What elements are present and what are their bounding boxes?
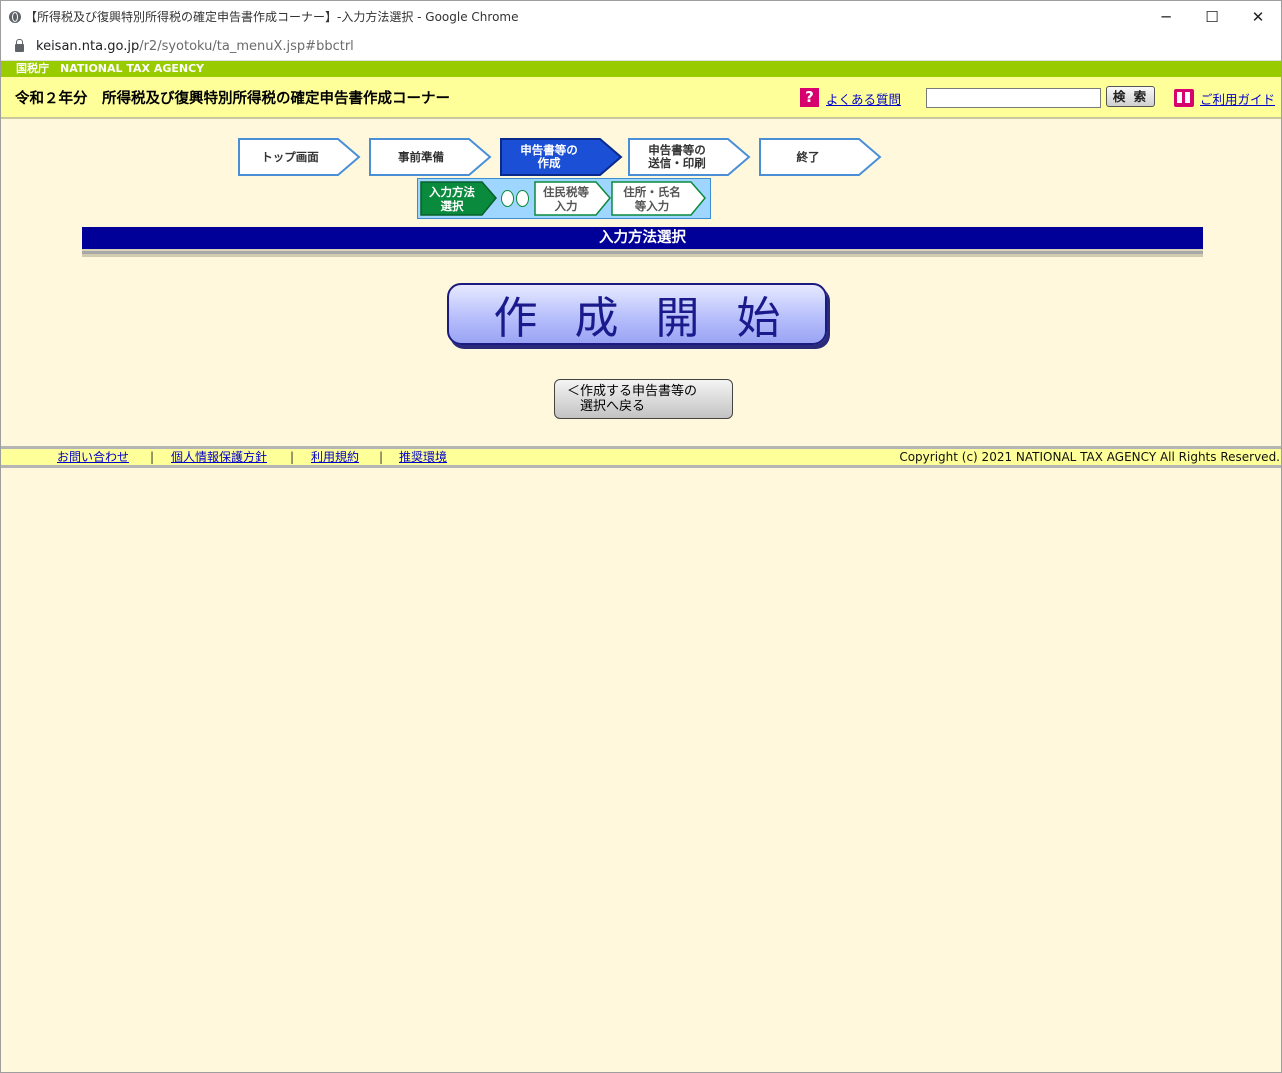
page-title: 令和２年分 所得税及び復興特別所得税の確定申告書作成コーナー (15, 91, 450, 107)
start-char: 作 (493, 293, 538, 344)
step-top: トップ画面 (238, 138, 362, 176)
globe-icon (9, 10, 21, 23)
search-button[interactable]: 検 索 (1106, 86, 1155, 107)
footer-separator: | (150, 450, 155, 464)
substep-label: 住民税等 入力 (543, 184, 589, 213)
lock-icon (15, 39, 24, 52)
footer-separator: | (290, 450, 295, 464)
site-header: 令和２年分 所得税及び復興特別所得税の確定申告書作成コーナー ? よくある質問 … (1, 77, 1281, 119)
step-preparation: 事前準備 (369, 138, 493, 176)
faq-link[interactable]: よくある質問 (826, 89, 901, 108)
step-label: 事前準備 (398, 149, 444, 164)
minimize-button[interactable]: ─ (1143, 1, 1189, 32)
back-to-selection-button[interactable]: ＜作成する申告書等の 選択へ戻る (554, 379, 733, 419)
substep-resident-tax: 住民税等 入力 (534, 181, 612, 216)
maximize-button[interactable]: ☐ (1189, 1, 1235, 32)
copyright-text: Copyright (c) 2021 NATIONAL TAX AGENCY A… (899, 450, 1280, 464)
start-char: 始 (736, 293, 781, 344)
step-label: 申告書等の 送信・印刷 (648, 143, 706, 170)
start-creation-button[interactable]: 作 成 開 始 (447, 283, 827, 345)
agency-name-bar: 国税庁 NATIONAL TAX AGENCY (1, 61, 1281, 77)
substep-address-name: 住所・氏名 等入力 (611, 181, 707, 216)
footer-link-terms[interactable]: 利用規約 (311, 449, 359, 465)
substep-label: 住所・氏名 等入力 (623, 184, 681, 213)
step-create: 申告書等の 作成 (500, 138, 624, 176)
footer-link-contact[interactable]: お問い合わせ (57, 449, 129, 465)
section-divider (82, 249, 1203, 257)
site-footer: お問い合わせ | 個人情報保護方針 | 利用規約 | 推奨環境 Copyrigh… (1, 446, 1281, 468)
section-title: 入力方法選択 (82, 227, 1203, 249)
dot-icon (501, 190, 514, 207)
footer-link-environment[interactable]: 推奨環境 (399, 449, 447, 465)
footer-link-privacy[interactable]: 個人情報保護方針 (171, 449, 267, 465)
footer-separator: | (379, 450, 384, 464)
start-char: 開 (655, 293, 700, 344)
start-char: 成 (574, 293, 619, 344)
substep-bar: 入力方法 選択 住民税等 入力 住所・氏名 等入力 (417, 178, 711, 219)
step-end: 終了 (759, 138, 883, 176)
close-button[interactable]: ✕ (1235, 1, 1281, 32)
substep-input-method: 入力方法 選択 (420, 181, 498, 216)
step-label: トップ画面 (261, 149, 319, 164)
url-path[interactable]: /r2/syotoku/ta_menuX.jsp#bbctrl (139, 39, 354, 54)
url-host[interactable]: keisan.nta.go.jp (36, 39, 139, 54)
progress-dots (501, 190, 531, 211)
user-guide-link[interactable]: ご利用ガイド (1200, 89, 1275, 108)
browser-titlebar: 【所得税及び復興特別所得税の確定申告書作成コーナー】-入力方法選択 - Goog… (1, 1, 1281, 32)
search-input[interactable] (926, 88, 1101, 108)
substep-label: 入力方法 選択 (429, 184, 475, 213)
guide-book-icon[interactable] (1174, 89, 1194, 107)
step-label: 申告書等の 作成 (520, 143, 578, 170)
question-icon[interactable]: ? (800, 88, 819, 107)
address-bar[interactable]: keisan.nta.go.jp/r2/syotoku/ta_menuX.jsp… (1, 32, 1281, 61)
step-send-print: 申告書等の 送信・印刷 (628, 138, 752, 176)
window-title: 【所得税及び復興特別所得税の確定申告書作成コーナー】-入力方法選択 - Goog… (25, 10, 519, 24)
dot-icon (516, 190, 529, 207)
step-label: 終了 (796, 149, 820, 164)
